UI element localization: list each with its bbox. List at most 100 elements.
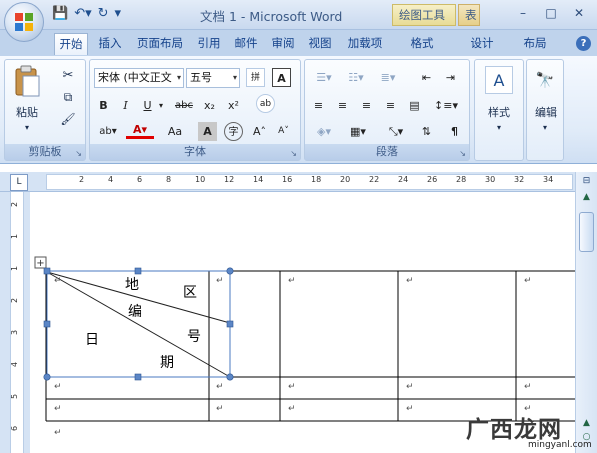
tab-page-layout[interactable]: 页面布局 (132, 33, 188, 55)
font-group-label: 字体 (90, 144, 300, 160)
grow-font-button[interactable]: A˄ (250, 122, 269, 141)
minimize-button[interactable]: – (509, 4, 537, 22)
svg-text:+: + (36, 258, 44, 269)
styles-dropdown-icon[interactable]: ▾ (493, 122, 505, 132)
undo-icon[interactable]: ↶▾ (74, 6, 91, 21)
horizontal-ruler[interactable] (0, 172, 597, 192)
italic-button[interactable]: I (116, 96, 135, 115)
decrease-indent-icon[interactable]: ⇤ (417, 68, 436, 87)
window-controls: – □ ✕ (509, 4, 593, 22)
phonetic-guide-icon[interactable]: 拼 (246, 68, 265, 87)
shrink-font-button[interactable]: A˅ (274, 122, 293, 141)
vertical-scrollbar[interactable]: ⊟ ▲ ▲ ○ (575, 172, 597, 453)
underline-button[interactable]: U (138, 96, 157, 115)
view-ruler-icon[interactable]: ⊟ (579, 176, 594, 188)
asian-layout-icon[interactable]: ⤡▾ (381, 122, 411, 141)
editing-dropdown-icon[interactable]: ▾ (539, 122, 551, 132)
font-size-value: 五号 (190, 71, 212, 84)
editing-button[interactable]: 编辑 (529, 104, 563, 120)
line-spacing-icon[interactable]: ↕≡▾ (431, 96, 461, 115)
numbering-icon[interactable]: ☷▾ (341, 68, 371, 87)
distributed-icon[interactable]: ▤ (405, 96, 424, 115)
close-button[interactable]: ✕ (565, 4, 593, 22)
qat-more-icon[interactable]: ▾ (115, 6, 122, 21)
clipboard-launcher-icon[interactable]: ↘ (75, 149, 82, 158)
scroll-up-button[interactable]: ▲ (579, 192, 594, 206)
chevron-down-icon: ▾ (232, 73, 237, 82)
font-size-select[interactable]: 五号 ▾ (186, 68, 240, 88)
cut-icon[interactable]: ✂ (59, 66, 77, 84)
enclose-characters-icon[interactable]: 字 (224, 122, 243, 141)
tab-selector-button[interactable]: L (10, 174, 28, 191)
ruler-tick-label: 20 (340, 175, 351, 184)
paste-icon[interactable] (11, 64, 43, 100)
previous-page-icon[interactable]: ▲ (579, 418, 594, 430)
save-icon[interactable]: 💾 (52, 6, 68, 21)
tab-mailings[interactable]: 邮件 (231, 33, 261, 55)
ruler-tick-label: 2 (79, 175, 85, 184)
ruler-tick-label: 18 (311, 175, 322, 184)
cell-mark-icon: ↵ (406, 276, 414, 286)
format-painter-icon[interactable]: 🖌 (59, 110, 77, 128)
sort-icon[interactable]: ⇅ (417, 122, 436, 141)
font-name-select[interactable]: 宋体 (中文正文 ▾ (94, 68, 184, 88)
office-button[interactable] (4, 2, 44, 42)
paste-dropdown-icon[interactable]: ▾ (21, 122, 33, 132)
cell-mark-icon: ↵ (216, 276, 224, 286)
tab-insert[interactable]: 插入 (94, 33, 126, 55)
font-color-icon[interactable]: A▾ (126, 120, 154, 139)
align-left-icon[interactable]: ≡ (309, 96, 328, 115)
show-marks-icon[interactable]: ¶ (445, 122, 464, 141)
context-tab-table[interactable]: 表 (458, 4, 480, 26)
align-right-icon[interactable]: ≡ (357, 96, 376, 115)
ruler-tick-label: 6 (137, 175, 143, 184)
paste-button[interactable]: 粘贴 (11, 104, 43, 120)
font-launcher-icon[interactable]: ↘ (290, 149, 297, 158)
tab-review[interactable]: 审阅 (268, 33, 298, 55)
shading-icon[interactable]: ◈▾ (309, 122, 339, 141)
cell-mark-icon: ↵ (406, 382, 414, 392)
binoculars-icon[interactable]: 🔭 (531, 66, 559, 94)
vertical-ruler[interactable] (0, 192, 30, 453)
clear-formatting-icon[interactable]: ab (256, 94, 275, 113)
copy-icon[interactable]: ⧉ (59, 88, 77, 106)
change-case-button[interactable]: Aa (160, 122, 190, 141)
strikethrough-button[interactable]: abc (172, 96, 196, 115)
increase-indent-icon[interactable]: ⇥ (441, 68, 460, 87)
scroll-thumb[interactable] (579, 212, 594, 252)
tab-layout[interactable]: 布局 (517, 33, 553, 55)
redo-icon[interactable]: ↻ (98, 6, 109, 21)
tab-view[interactable]: 视图 (305, 33, 335, 55)
superscript-button[interactable]: x² (224, 96, 243, 115)
tab-references[interactable]: 引用 (194, 33, 224, 55)
justify-icon[interactable]: ≡ (381, 96, 400, 115)
styles-icon[interactable]: A (485, 66, 513, 94)
tab-home[interactable]: 开始 (54, 33, 88, 55)
underline-dropdown-icon[interactable]: ▾ (156, 96, 166, 115)
bold-button[interactable]: B (94, 96, 113, 115)
styles-button[interactable]: 样式 (477, 104, 521, 120)
ruler-tick-label: 16 (282, 175, 293, 184)
watermark-url: mingyanl.com (528, 440, 592, 450)
character-border-icon[interactable]: A (272, 68, 291, 87)
maximize-button[interactable]: □ (537, 4, 565, 22)
multilevel-list-icon[interactable]: ≣▾ (373, 68, 403, 87)
tab-design[interactable]: 设计 (464, 33, 500, 55)
editing-group: 🔭 编辑 ▾ (526, 59, 564, 161)
bullets-icon[interactable]: ☰▾ (309, 68, 339, 87)
cell-mark-icon: ↵ (54, 404, 62, 414)
text-highlight-icon[interactable]: ab▾ (94, 122, 122, 141)
subscript-button[interactable]: x₂ (200, 96, 219, 115)
paragraph-launcher-icon[interactable]: ↘ (459, 149, 466, 158)
ruler-tick-label: 4 (108, 175, 114, 184)
clipboard-group: 粘贴 ▾ ✂ ⧉ 🖌 剪贴板 ↘ (4, 59, 86, 161)
align-center-icon[interactable]: ≡ (333, 96, 352, 115)
help-icon[interactable]: ? (576, 36, 591, 51)
tab-addins[interactable]: 加载项 (342, 33, 388, 55)
vertical-ruler-track (10, 192, 24, 453)
tab-format[interactable]: 格式 (404, 33, 440, 55)
ruler-tick-label: 22 (369, 175, 380, 184)
character-shading-button[interactable]: A (198, 122, 217, 141)
borders-icon[interactable]: ▦▾ (341, 122, 375, 141)
context-tab-drawing-tools[interactable]: 绘图工具 (392, 4, 456, 26)
